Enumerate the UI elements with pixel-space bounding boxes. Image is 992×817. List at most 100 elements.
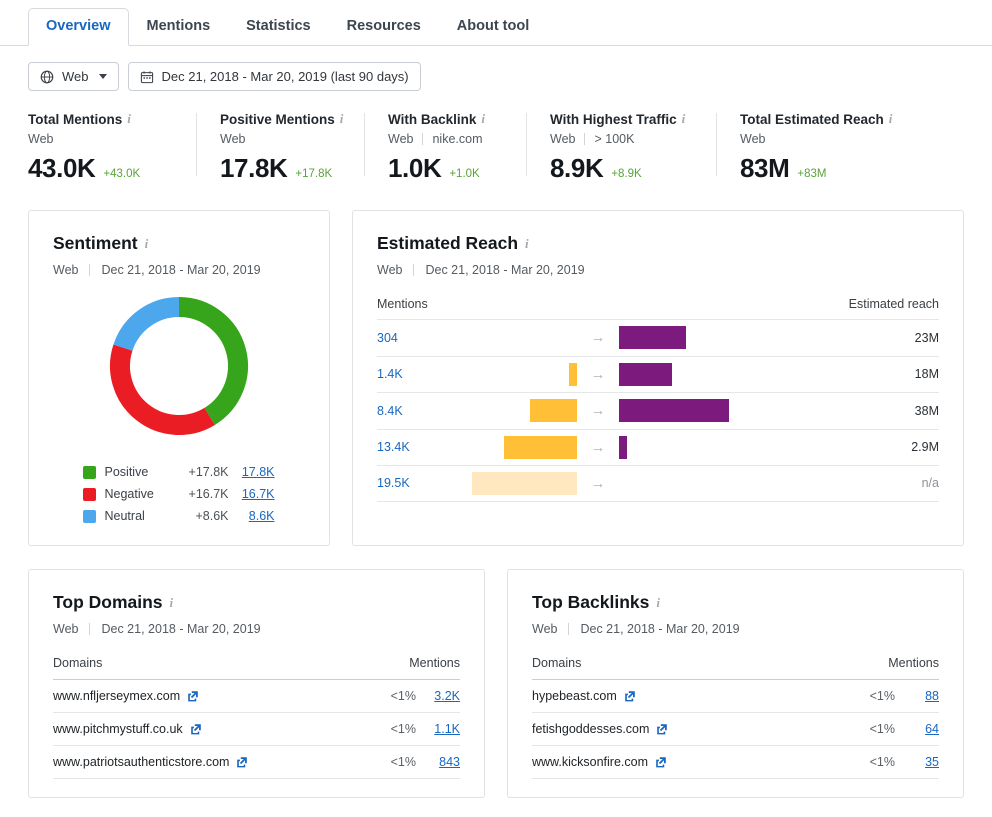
reach-table-header: Mentions Estimated reach [377,297,939,319]
domain-percent: <1% [368,689,416,703]
reach-mentions-link[interactable]: 13.4K [377,440,465,454]
legend-item-positive: Positive +17.8K 17.8K [83,461,276,483]
backlinks-table-body: hypebeast.com<1%88fetishgoddesses.com<1%… [532,680,939,779]
legend-link[interactable]: 16.7K [229,487,275,501]
chevron-down-icon [99,74,107,79]
kpi-value: 8.9K [550,153,603,184]
kpi-value-row: 83M +83M [740,153,892,184]
meta-period: Dec 21, 2018 - Mar 20, 2019 [101,263,260,277]
kpi-subtitle: Web [28,132,176,146]
info-icon[interactable]: i [525,236,529,252]
reach-mentions-link[interactable]: 19.5K [377,476,465,490]
kpi-strip: Total Mentions i Web 43.0K +43.0K Positi… [0,91,992,184]
kpi-subtitle: Web [740,132,892,146]
reach-mentions-link[interactable]: 1.4K [377,367,465,381]
kpi-value: 43.0K [28,153,95,184]
donut-segment-neutral[interactable] [123,307,179,348]
kpi-delta: +8.9K [611,168,641,180]
kpi-value: 83M [740,153,789,184]
donut-segment-negative[interactable] [120,348,210,425]
domain-name: www.patriotsauthenticstore.com [53,755,229,769]
mentions-bar-cell [465,399,577,422]
kpi-delta: +83M [797,168,826,180]
legend-label: Neutral [105,509,177,523]
domain-mentions-link[interactable]: 843 [416,755,460,769]
reach-title: Estimated Reach [377,233,518,254]
info-icon[interactable]: i [145,236,149,252]
arrow-right-icon: → [577,439,619,456]
date-range-picker[interactable]: Dec 21, 2018 - Mar 20, 2019 (last 90 day… [128,62,421,91]
external-link-icon[interactable] [624,690,636,702]
table-row: hypebeast.com<1%88 [532,680,939,713]
calendar-icon [140,70,154,84]
kpi-delta: +43.0K [103,168,140,180]
external-link-icon[interactable] [190,723,202,735]
table-row: fetishgoddesses.com<1%64 [532,713,939,746]
external-link-icon[interactable] [656,723,668,735]
kpi-filter: nike.com [432,132,482,146]
info-icon[interactable]: i [481,111,485,127]
column-header-mentions: Mentions [377,297,849,311]
domain-mentions-link[interactable]: 64 [895,722,939,736]
filter-bar: Web Dec 21, 2018 - Mar 20, 2019 (last 90… [0,46,992,91]
domain-mentions-link[interactable]: 1.1K [416,722,460,736]
info-icon[interactable]: i [170,595,174,611]
kpi-title: Total Estimated Reach i [740,111,892,127]
kpi-value-row: 43.0K +43.0K [28,153,176,184]
tab-overview[interactable]: Overview [28,8,129,46]
mentions-bar-cell [465,436,577,459]
domains-table-header: Domains Mentions [53,656,460,680]
domain-cell: fetishgoddesses.com [532,722,847,736]
sentiment-donut-chart [53,293,305,439]
external-link-icon[interactable] [187,690,199,702]
reach-bar [619,399,729,422]
tab-resources[interactable]: Resources [329,8,439,46]
info-icon[interactable]: i [127,111,131,127]
kpi-with-backlink: With Backlink i Web nike.com 1.0K +1.0K [364,111,526,184]
legend-link[interactable]: 17.8K [229,465,275,479]
reach-bar [619,326,686,349]
kpi-delta: +17.8K [295,168,332,180]
kpi-title-text: Total Estimated Reach [740,112,884,127]
sentiment-title: Sentiment [53,233,138,254]
donut-segment-positive[interactable] [179,307,238,416]
reach-mentions-link[interactable]: 304 [377,331,465,345]
kpi-delta: +1.0K [449,168,479,180]
source-dropdown[interactable]: Web [28,62,119,91]
top-backlinks-title: Top Backlinks [532,592,649,613]
reach-bar [619,363,672,386]
external-link-icon[interactable] [655,756,667,768]
domain-mentions-link[interactable]: 88 [895,689,939,703]
domain-mentions-link[interactable]: 3.2K [416,689,460,703]
kpi-subtitle: Web nike.com [388,132,506,146]
kpi-subtitle: Web > 100K [550,132,696,146]
kpi-title: Total Mentions i [28,111,176,127]
meta-source: Web [53,263,78,277]
domains-table-body: www.nfljerseymex.com<1%3.2Kwww.pitchmyst… [53,680,460,779]
legend-link[interactable]: 8.6K [229,509,275,523]
tab-about-tool[interactable]: About tool [439,8,547,46]
card-meta: Web Dec 21, 2018 - Mar 20, 2019 [377,263,939,277]
kpi-title: With Backlink i [388,111,506,127]
legend-swatch [83,466,96,479]
domain-mentions-link[interactable]: 35 [895,755,939,769]
card-meta: Web Dec 21, 2018 - Mar 20, 2019 [532,622,939,636]
meta-source: Web [53,622,78,636]
reach-mentions-link[interactable]: 8.4K [377,404,465,418]
kpi-with-highest-traffic: With Highest Traffic i Web > 100K 8.9K +… [526,111,716,184]
info-icon[interactable]: i [889,111,893,127]
arrow-right-icon: → [577,475,619,492]
domain-name: hypebeast.com [532,689,617,703]
divider [413,264,414,276]
info-icon[interactable]: i [656,595,660,611]
column-header-mentions: Mentions [409,656,460,670]
info-icon[interactable]: i [682,111,686,127]
date-range-label: Dec 21, 2018 - Mar 20, 2019 (last 90 day… [162,69,409,84]
info-icon[interactable]: i [340,111,344,127]
card-title: Estimated Reach i [377,233,939,254]
external-link-icon[interactable] [236,756,248,768]
kpi-source: Web [740,132,765,146]
tab-mentions[interactable]: Mentions [129,8,229,46]
mentions-bar [472,472,577,495]
tab-statistics[interactable]: Statistics [228,8,328,46]
